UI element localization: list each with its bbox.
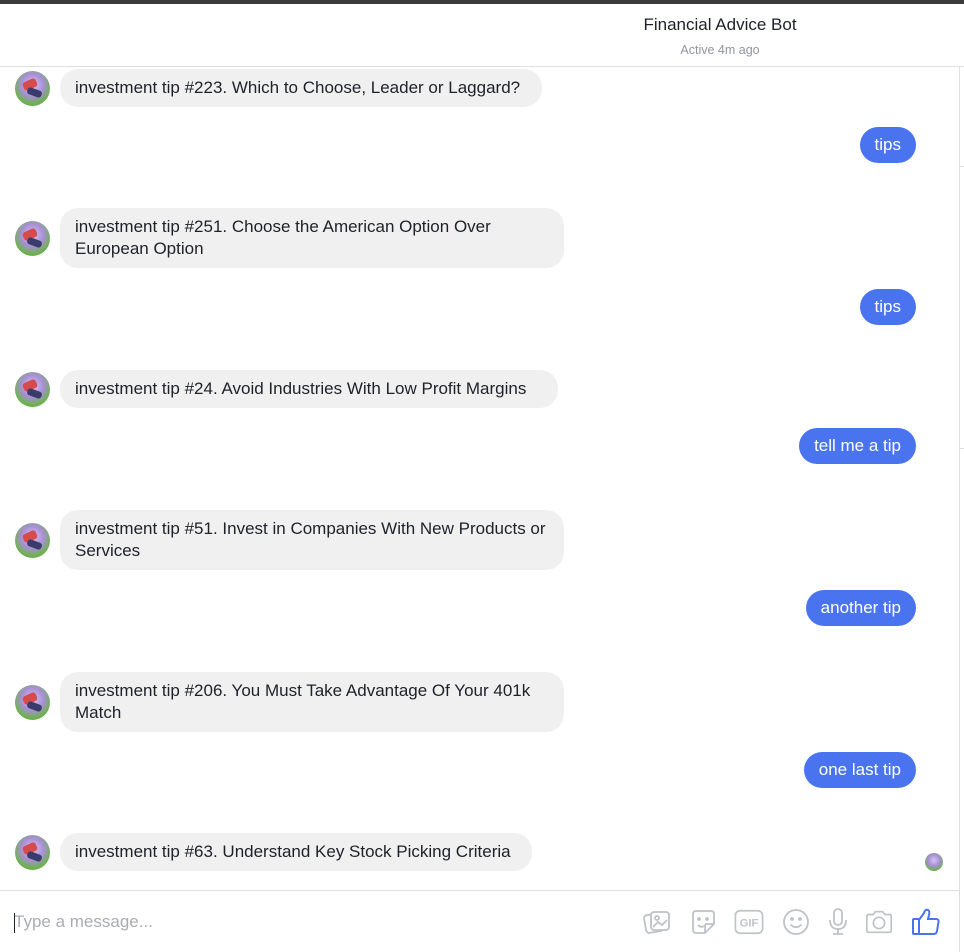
- bot-avatar[interactable]: [15, 834, 50, 870]
- incoming-message: investment tip #51. Invest in Companies …: [15, 510, 564, 570]
- message-composer: GIF: [0, 890, 959, 952]
- outgoing-message[interactable]: another tip: [805, 590, 916, 626]
- bot-avatar[interactable]: [15, 684, 50, 720]
- gif-icon[interactable]: GIF: [734, 907, 764, 937]
- emoji-icon[interactable]: [781, 907, 811, 937]
- gif-label: GIF: [740, 918, 759, 930]
- message-bubble[interactable]: investment tip #24. Avoid Industries Wit…: [60, 370, 558, 408]
- incoming-message: investment tip #63. Understand Key Stock…: [15, 833, 532, 871]
- message-bubble[interactable]: investment tip #251. Choose the American…: [60, 208, 564, 268]
- microphone-icon[interactable]: [823, 907, 853, 937]
- incoming-message: investment tip #206. You Must Take Advan…: [15, 672, 564, 732]
- camera-icon[interactable]: [864, 907, 894, 937]
- bot-avatar[interactable]: [15, 70, 50, 106]
- outgoing-message[interactable]: tell me a tip: [799, 428, 916, 464]
- message-bubble[interactable]: investment tip #206. You Must Take Advan…: [60, 672, 564, 732]
- sticker-icon[interactable]: [688, 907, 718, 937]
- outgoing-message[interactable]: one last tip: [803, 752, 916, 788]
- incoming-message: investment tip #251. Choose the American…: [15, 208, 564, 268]
- active-status: Active 4m ago: [680, 43, 760, 57]
- divider: [960, 166, 964, 167]
- message-bubble[interactable]: investment tip #223. Which to Choose, Le…: [60, 69, 542, 107]
- message-bubble[interactable]: investment tip #51. Invest in Companies …: [60, 510, 564, 570]
- outgoing-message[interactable]: tips: [859, 127, 916, 163]
- incoming-message: investment tip #24. Avoid Industries Wit…: [15, 370, 558, 408]
- text-cursor: [14, 913, 15, 933]
- bot-avatar[interactable]: [15, 522, 50, 558]
- seen-indicator-avatar: [925, 853, 943, 871]
- bot-avatar[interactable]: [15, 220, 50, 256]
- message-bubble[interactable]: investment tip #63. Understand Key Stock…: [60, 833, 532, 871]
- conversation-header: Financial Advice Bot Active 4m ago: [0, 4, 964, 67]
- divider: [959, 67, 960, 952]
- message-thread[interactable]: investment tip #223. Which to Choose, Le…: [0, 67, 959, 890]
- like-icon[interactable]: [911, 907, 941, 937]
- conversation-title: Financial Advice Bot: [643, 15, 797, 34]
- incoming-message: investment tip #223. Which to Choose, Le…: [15, 69, 542, 107]
- divider: [960, 448, 964, 449]
- bot-avatar[interactable]: [15, 371, 50, 407]
- image-icon[interactable]: [642, 907, 672, 937]
- outgoing-message[interactable]: tips: [859, 289, 916, 325]
- message-input[interactable]: [14, 909, 614, 935]
